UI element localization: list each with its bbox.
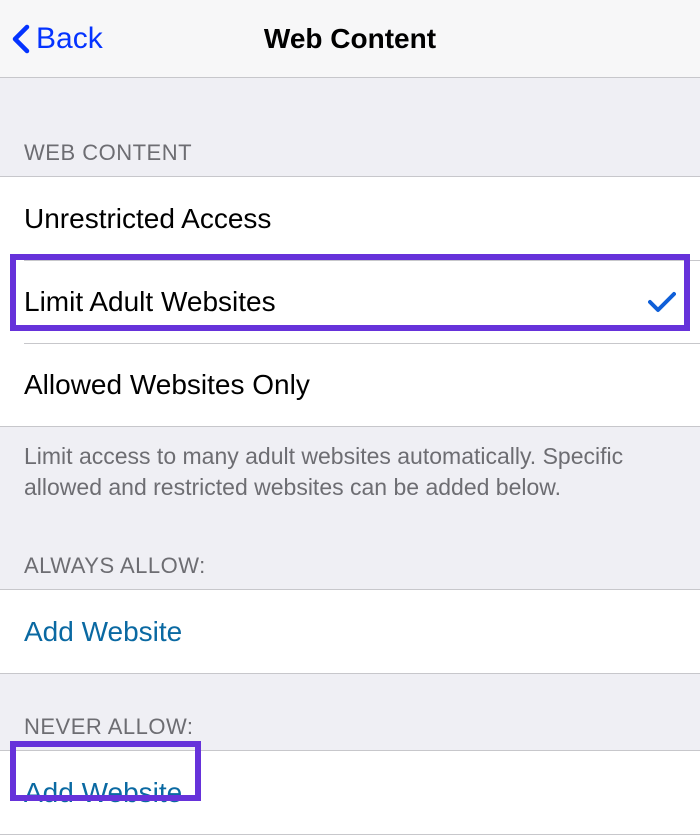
option-label: Allowed Websites Only <box>24 369 310 401</box>
section-footer-web-content: Limit access to many adult websites auto… <box>0 427 700 513</box>
page-title: Web Content <box>264 23 436 55</box>
never-allow-group: Add Website <box>0 750 700 835</box>
add-website-label: Add Website <box>24 616 182 648</box>
section-header-never-allow: NEVER ALLOW: <box>0 674 700 750</box>
option-allowed-websites-only[interactable]: Allowed Websites Only <box>0 343 700 426</box>
back-label: Back <box>36 22 103 56</box>
checkmark-icon <box>648 291 676 313</box>
add-website-label: Add Website <box>24 777 182 809</box>
add-website-always-allow[interactable]: Add Website <box>0 590 700 673</box>
option-label: Limit Adult Websites <box>24 286 276 318</box>
option-label: Unrestricted Access <box>24 203 271 235</box>
section-header-web-content: WEB CONTENT <box>0 78 700 176</box>
option-limit-adult-websites[interactable]: Limit Adult Websites <box>0 260 700 343</box>
add-website-never-allow[interactable]: Add Website <box>0 751 700 834</box>
back-button[interactable]: Back <box>0 22 103 56</box>
web-content-options-group: Unrestricted Access Limit Adult Websites… <box>0 176 700 427</box>
navigation-bar: Back Web Content <box>0 0 700 78</box>
back-chevron-icon <box>12 24 30 54</box>
section-header-always-allow: ALWAYS ALLOW: <box>0 513 700 589</box>
always-allow-group: Add Website <box>0 589 700 674</box>
option-unrestricted-access[interactable]: Unrestricted Access <box>0 177 700 260</box>
